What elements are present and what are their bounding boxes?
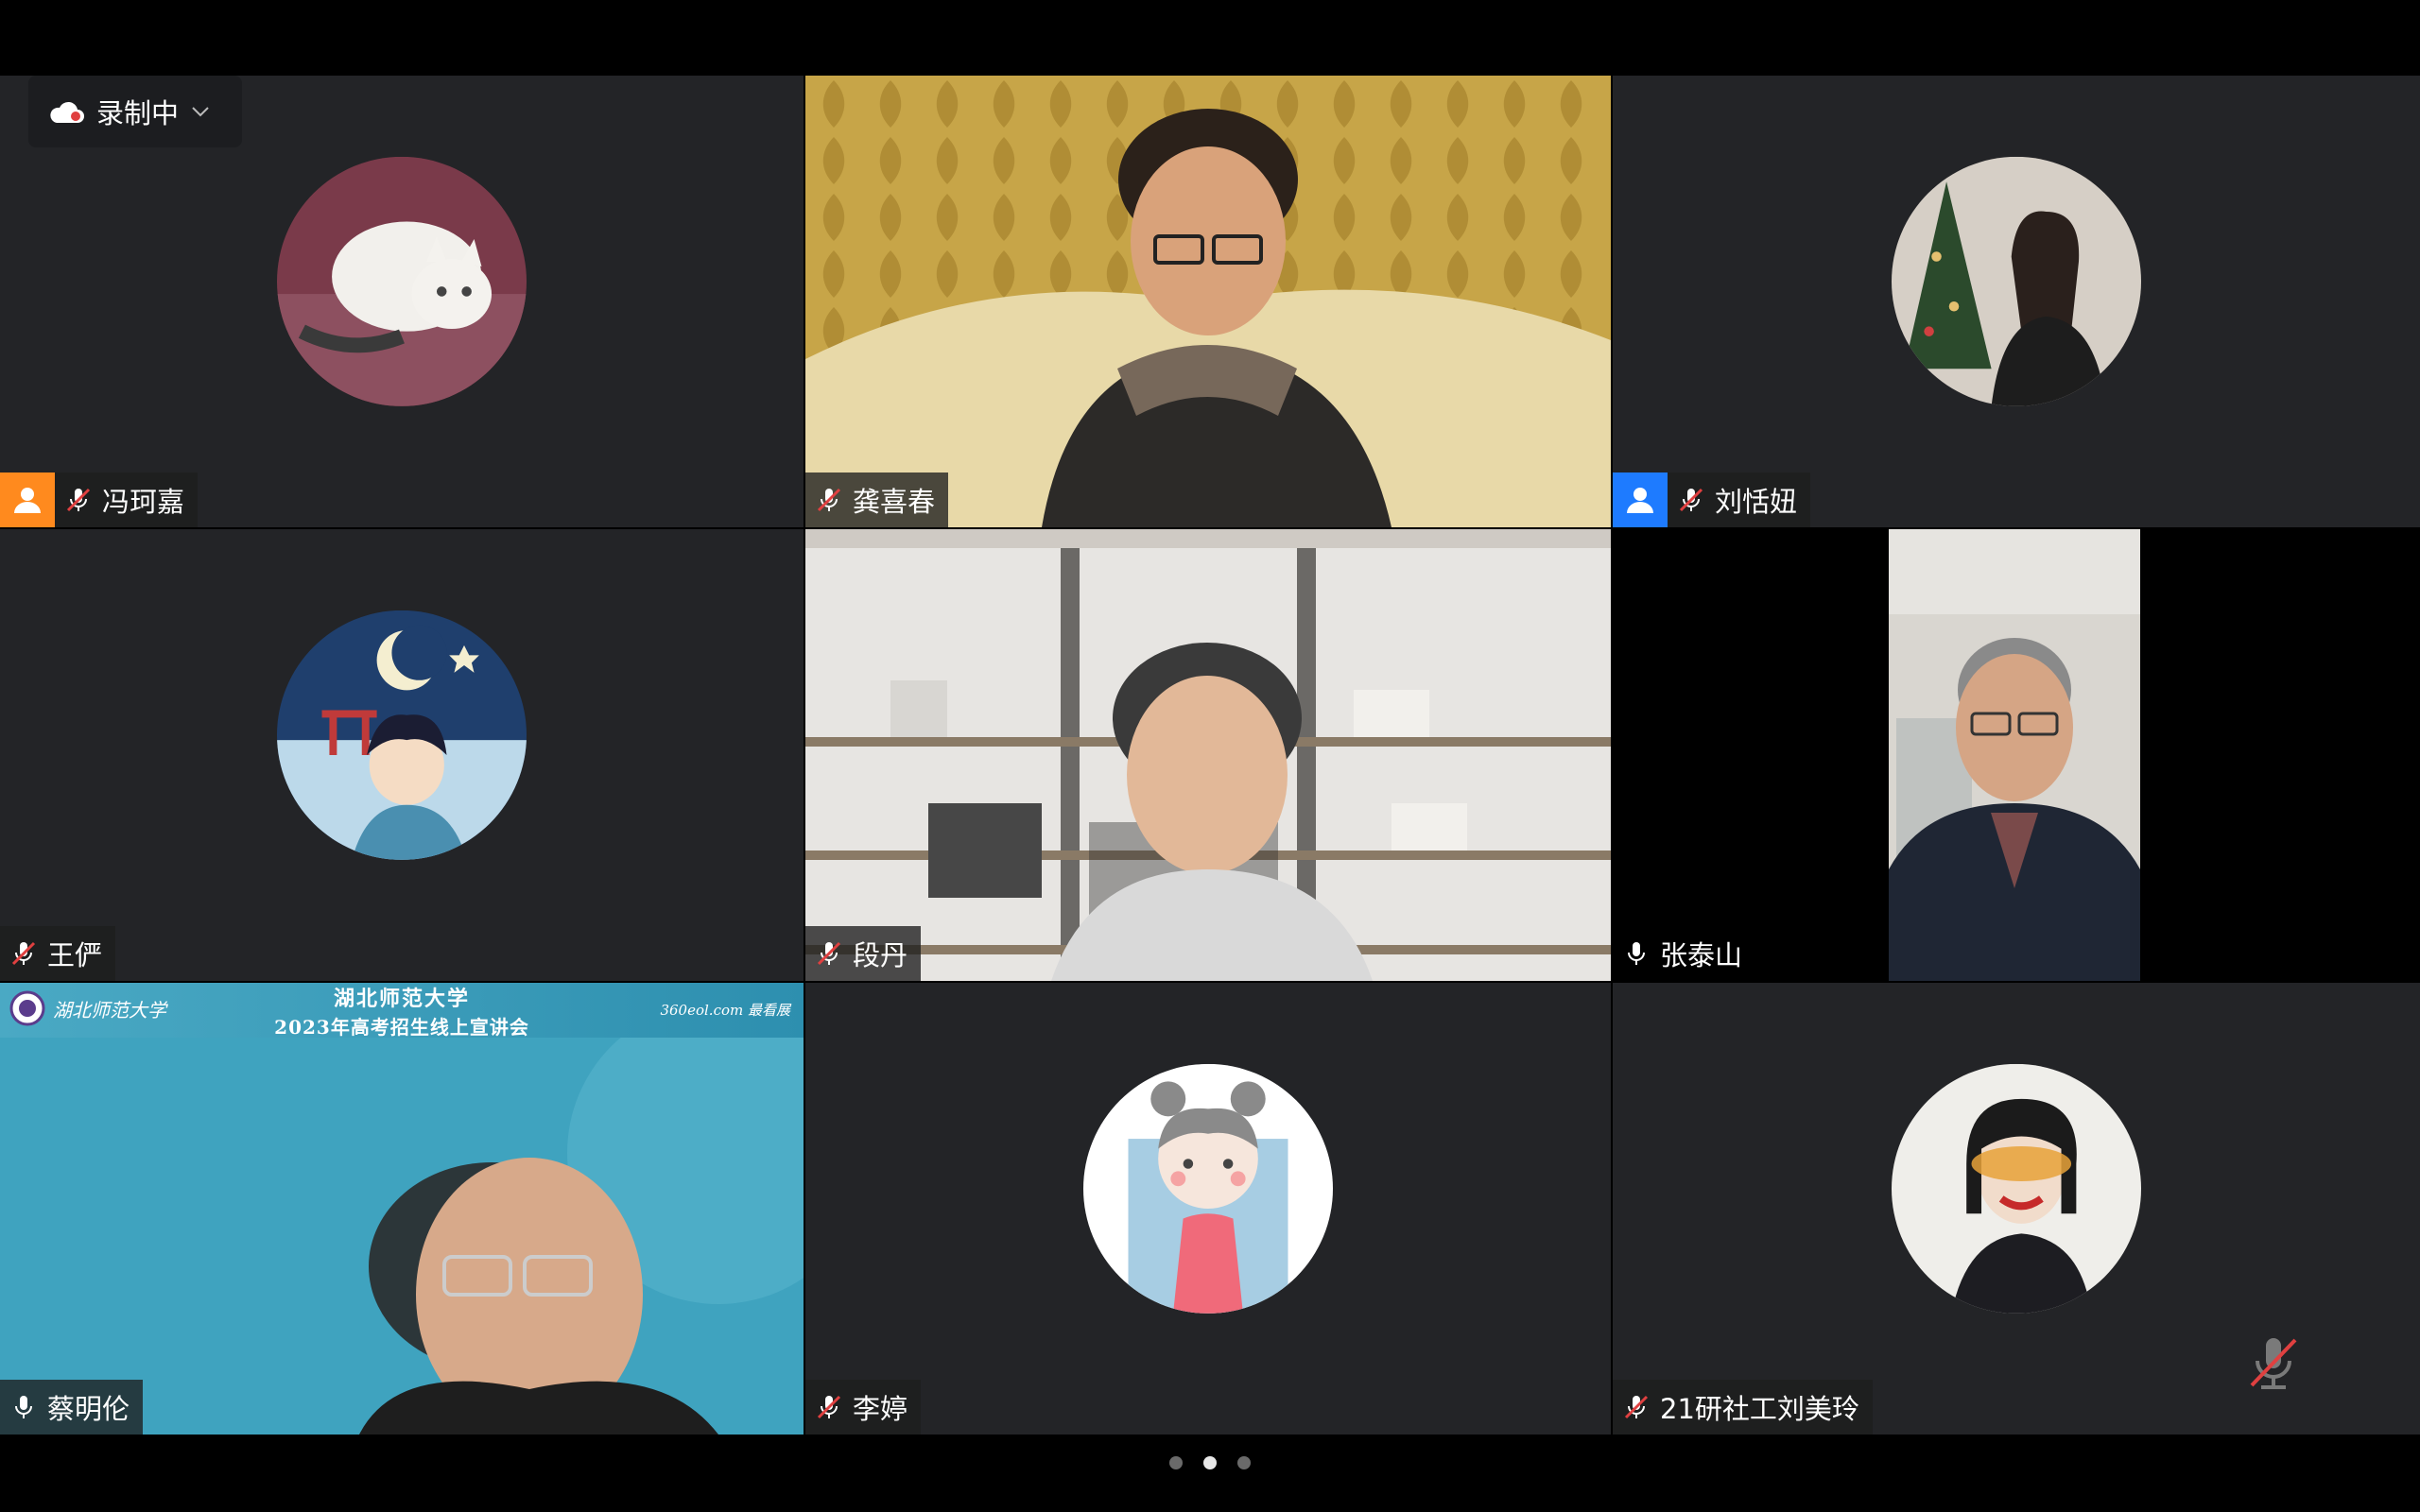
video-feed — [0, 983, 804, 1435]
participant-name: 李婷 — [853, 1393, 908, 1425]
participant-name: 蔡明伦 — [47, 1393, 130, 1425]
participant-name: 段丹 — [853, 939, 908, 971]
nameplate: 王俨 — [0, 926, 116, 981]
banner-title: 湖北师范大学 — [333, 986, 470, 1011]
video-feed — [805, 76, 1611, 527]
mic-muted-icon — [817, 1395, 841, 1419]
participant-name: 21研社工刘美玲 — [1660, 1393, 1859, 1425]
mic-muted-icon — [2250, 1338, 2297, 1389]
chevron-down-icon — [192, 107, 209, 117]
nameplate: 段丹 — [805, 926, 922, 981]
mic-muted-icon — [66, 488, 91, 512]
user-badge — [0, 472, 55, 527]
mic-muted-icon — [817, 488, 841, 512]
video-feed — [805, 529, 1611, 981]
person-icon — [14, 488, 41, 513]
nameplate: 21研社工刘美玲 — [1613, 1380, 1873, 1435]
participant-name: 刘恬妞 — [1715, 486, 1798, 518]
participant-tile[interactable]: 刘恬妞 — [1613, 76, 2420, 527]
participant-tile[interactable]: 王俨 — [0, 529, 804, 981]
participant-tile[interactable]: 张泰山 — [1613, 529, 2420, 981]
person-icon — [1627, 488, 1653, 513]
video-feed — [1613, 529, 2420, 981]
nameplate: 龚喜春 — [805, 472, 949, 527]
page-dot[interactable] — [1169, 1456, 1183, 1469]
participant-tile[interactable]: 21研社工刘美玲 — [1613, 983, 2420, 1435]
nameplate: 刘恬妞 — [1613, 472, 1811, 527]
user-badge — [1613, 472, 1668, 527]
mic-icon — [15, 1396, 32, 1418]
page-dot-active[interactable] — [1203, 1456, 1217, 1469]
recording-indicator[interactable]: 录制中 — [28, 76, 242, 147]
emblem-icon — [9, 990, 45, 1026]
meeting-stage: 录制中 冯珂嘉 龚喜春 刘恬妞 王俨 段丹 张泰山 湖北师范大学 湖北师范大学 … — [0, 0, 2420, 1512]
recording-label: 录制中 — [96, 97, 180, 129]
mic-muted-icon — [817, 941, 841, 966]
event-banner: 湖北师范大学 湖北师范大学 2023年高考招生线上宣讲会 360eol.com … — [0, 983, 804, 1039]
avatar — [1892, 156, 2141, 406]
university-logo: 湖北师范大学 — [9, 990, 166, 1026]
banner-subtitle: 2023年高考招生线上宣讲会 — [274, 1015, 529, 1039]
participant-name: 龚喜春 — [853, 486, 936, 518]
avatar — [277, 156, 527, 406]
participant-name: 张泰山 — [1660, 939, 1743, 971]
participant-name: 王俨 — [47, 939, 103, 971]
participant-tile[interactable]: 李婷 — [805, 983, 1611, 1435]
sponsor-logo: 360eol.com 最看展 — [660, 1002, 790, 1019]
avatar — [277, 610, 527, 860]
cloud-icon — [50, 101, 84, 123]
page-dot[interactable] — [1237, 1456, 1251, 1469]
nameplate: 李婷 — [805, 1380, 922, 1435]
participant-tile[interactable]: 湖北师范大学 湖北师范大学 2023年高考招生线上宣讲会 360eol.com … — [0, 983, 804, 1435]
mic-muted-icon — [11, 941, 36, 966]
nameplate: 张泰山 — [1613, 926, 1755, 981]
mic-icon — [1628, 942, 1645, 965]
avatar — [1892, 1063, 2141, 1314]
nameplate: 蔡明伦 — [0, 1380, 144, 1435]
page-indicator — [0, 1456, 2420, 1469]
avatar — [1083, 1063, 1333, 1314]
participant-name: 冯珂嘉 — [102, 486, 185, 518]
participant-tile[interactable]: 龚喜春 — [805, 76, 1611, 527]
nameplate: 冯珂嘉 — [0, 472, 199, 527]
mic-muted-icon — [1624, 1395, 1649, 1419]
mic-muted-icon — [1679, 488, 1703, 512]
participant-tile[interactable]: 段丹 — [805, 529, 1611, 981]
